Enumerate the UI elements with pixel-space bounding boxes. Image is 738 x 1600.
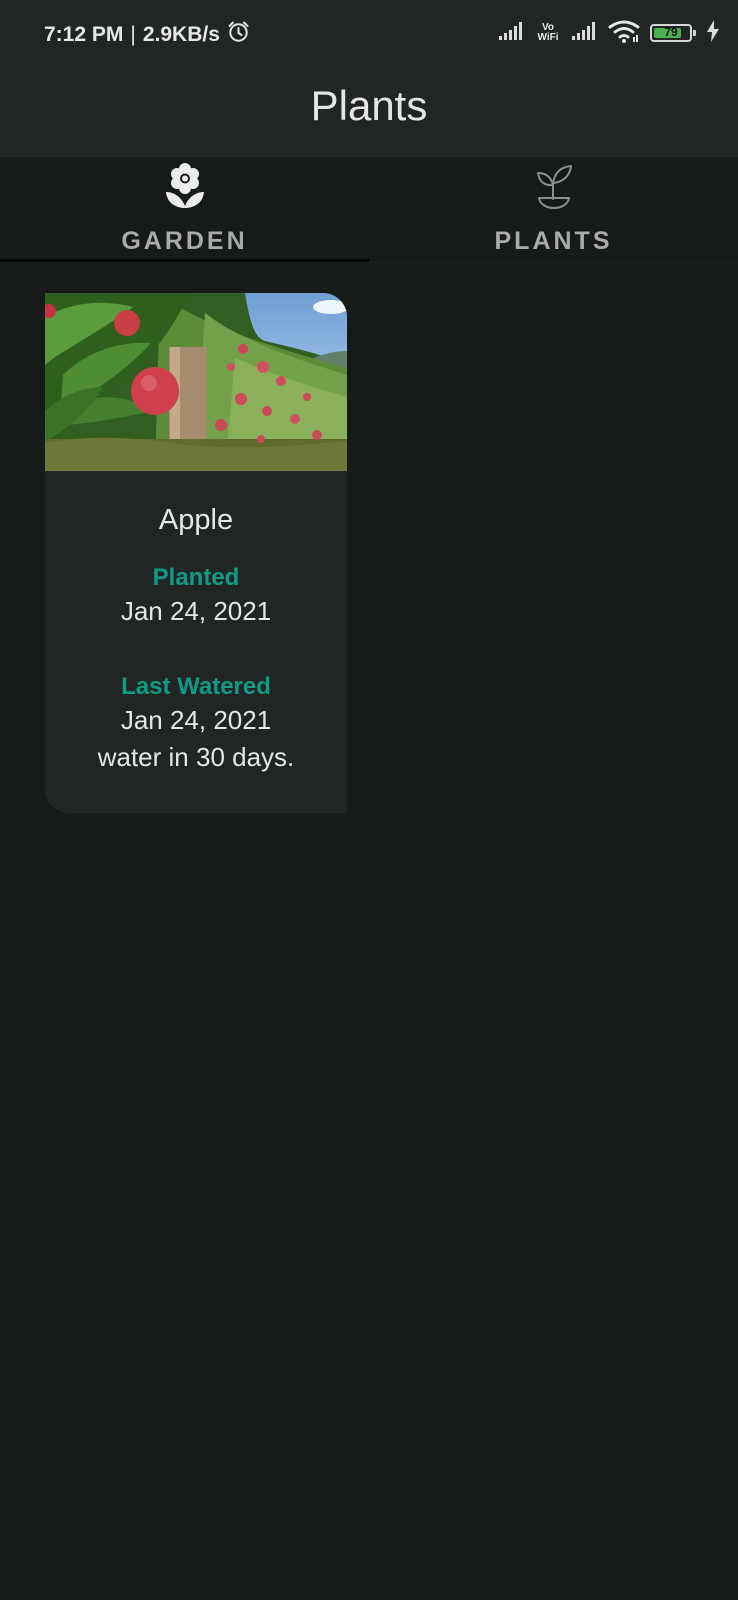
last-watered-date: Jan 24, 2021 — [120, 705, 272, 735]
charging-icon — [706, 19, 720, 47]
last-watered-label: Last Watered — [121, 673, 271, 700]
status-right-group: Vo WiFi 79 — [498, 18, 720, 48]
battery-icon: 79 — [650, 24, 696, 42]
status-bar: 7:12 PM | 2.9KB/s Vo WiFi 79 — [0, 0, 738, 60]
tab-garden-label: GARDEN — [121, 227, 248, 255]
sprout-icon — [531, 161, 577, 216]
tab-garden[interactable]: GARDEN — [0, 157, 369, 263]
tab-bar: GARDEN PLANTS — [0, 157, 738, 263]
tab-divider — [0, 262, 738, 263]
network-speed: 2.9KB/s — [142, 22, 220, 46]
wifi-icon — [608, 19, 640, 48]
signal-icon — [498, 21, 525, 46]
apple-tree-photo — [45, 293, 347, 471]
status-time: 7:12 PM — [44, 22, 124, 46]
card-body: Apple Planted Jan 24, 2021 Last Watered … — [45, 504, 347, 773]
signal-icon-secondary — [571, 21, 598, 46]
app-bar: Plants — [0, 60, 738, 157]
card-spacer — [45, 627, 347, 646]
water-schedule: water in 30 days. — [97, 742, 295, 772]
status-separator: | — [130, 22, 136, 46]
planted-label: Planted — [152, 564, 240, 591]
vowifi-bottom-label: WiFi — [537, 32, 559, 43]
alarm-icon — [226, 19, 251, 50]
tab-plants[interactable]: PLANTS — [369, 157, 738, 263]
page-title: Plants — [310, 82, 428, 129]
flower-icon — [163, 161, 207, 216]
tab-plants-label: PLANTS — [494, 227, 613, 255]
battery-level: 79 — [664, 25, 678, 39]
planted-date: Jan 24, 2021 — [120, 596, 272, 626]
status-left-group: 7:12 PM | 2.9KB/s — [44, 19, 251, 50]
vowifi-icon: Vo WiFi — [535, 23, 561, 43]
plant-name: Apple — [158, 504, 234, 536]
plant-card[interactable]: Apple Planted Jan 24, 2021 Last Watered … — [45, 293, 347, 813]
